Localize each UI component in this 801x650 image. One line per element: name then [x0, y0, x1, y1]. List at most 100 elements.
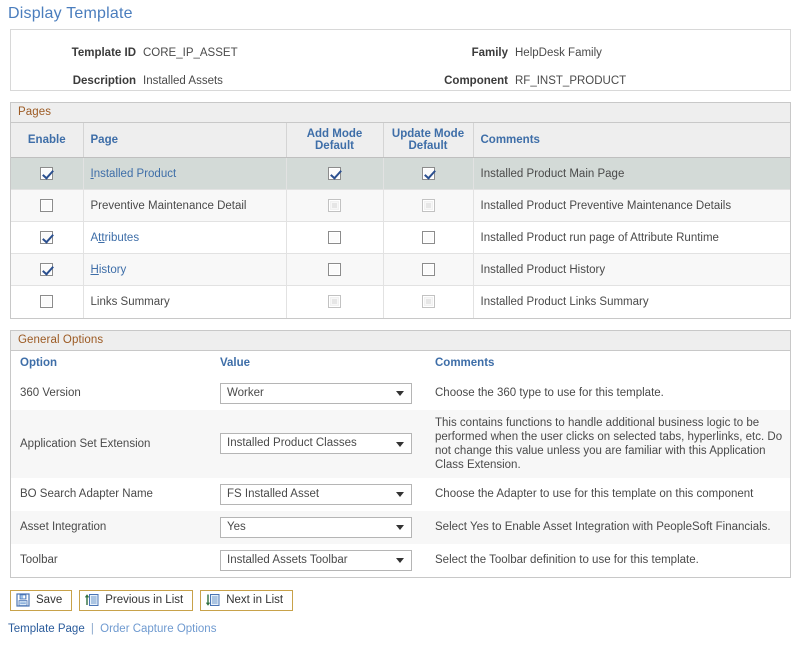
- dropdown-selected-value: Worker: [227, 386, 264, 399]
- header-row-1: Template ID CORE_IP_ASSET Family HelpDes…: [11, 39, 790, 67]
- enable-checkbox[interactable]: [40, 167, 54, 180]
- option-value-dropdown[interactable]: Yes: [220, 516, 412, 538]
- cell-enable: [11, 157, 84, 190]
- pages-grid-body: Installed Product Installed Product Main …: [11, 157, 790, 318]
- cell-update-mode-default: [383, 253, 474, 286]
- cell-comments: Installed Product Main Page: [473, 157, 790, 190]
- dropdown-selected-value: Yes: [227, 520, 246, 533]
- dropdown-selected-value: Installed Product Classes: [227, 437, 357, 449]
- add-mode-default-checkbox: [328, 295, 341, 309]
- header-row-2: Description Installed Assets Component R…: [11, 67, 790, 95]
- pages-section-header: Pages: [11, 103, 790, 123]
- page-label: Preventive Maintenance Detail: [90, 199, 247, 212]
- option-comments: Choose the 360 type to use for this temp…: [435, 387, 664, 399]
- option-row: Asset Integration Yes Select Yes to Enable…: [11, 510, 790, 544]
- enable-checkbox[interactable]: [40, 231, 54, 244]
- cell-update-mode-default: [383, 157, 474, 190]
- previous-in-list-icon: [84, 593, 99, 607]
- footer-link-template-page[interactable]: Template Page: [8, 623, 85, 635]
- update-mode-default-checkbox[interactable]: [421, 231, 435, 244]
- cell-enable: [11, 253, 84, 286]
- option-value-cell: Installed Assets Toolbar: [211, 544, 426, 577]
- cell-add-mode-default: [286, 157, 384, 190]
- template-header-panel: Template ID CORE_IP_ASSET Family HelpDes…: [10, 29, 791, 91]
- header-field-family: Family HelpDesk Family: [403, 47, 783, 59]
- add-mode-default-checkbox: [328, 199, 341, 212]
- template-id-value: CORE_IP_ASSET: [143, 47, 238, 59]
- option-value-dropdown[interactable]: FS Installed Asset: [220, 483, 412, 505]
- update-mode-default-checkbox[interactable]: [421, 167, 435, 180]
- update-mode-default-checkbox: [421, 295, 435, 309]
- column-header-page: Page: [83, 123, 287, 158]
- general-options-grid: Option Value Comments 360 Version Worker C…: [11, 350, 790, 577]
- table-row: Links Summary Installed Product Links Sum…: [11, 285, 790, 318]
- option-comments: Select Yes to Enable Asset Integration w…: [426, 510, 790, 544]
- column-header-add-mode-default: Add Mode Default: [286, 123, 384, 158]
- cell-comments: Installed Product History: [473, 253, 790, 286]
- dropdown-selected-value: Installed Assets Toolbar: [227, 553, 348, 566]
- previous-in-list-button[interactable]: Previous in List: [79, 589, 194, 611]
- column-header-option: Option: [11, 350, 211, 377]
- option-row: Toolbar Installed Assets Toolbar Select th…: [11, 544, 790, 577]
- options-grid-header-row: Option Value Comments: [11, 350, 790, 377]
- column-header-value: Value: [211, 350, 426, 377]
- pages-section: Pages Enable Page Add Mode Default Updat…: [10, 102, 791, 319]
- pages-grid: Enable Page Add Mode Default Update Mode…: [11, 123, 790, 318]
- option-value-cell: Worker: [211, 377, 426, 410]
- table-row: Attributes Installed Product run page of …: [11, 221, 790, 254]
- option-value-dropdown[interactable]: Worker: [220, 382, 412, 404]
- action-toolbar: Save Previous in List Next in List: [10, 589, 801, 611]
- save-button[interactable]: Save: [10, 589, 73, 611]
- save-floppy-icon: [16, 593, 30, 607]
- footer-link-separator: |: [90, 622, 94, 635]
- page-link[interactable]: Installed Product: [91, 168, 177, 180]
- cell-page: History: [83, 253, 287, 286]
- next-in-list-icon: [205, 593, 220, 607]
- template-id-label: Template ID: [71, 47, 136, 59]
- footer-link-order-capture-options[interactable]: Order Capture Options: [100, 623, 216, 635]
- option-label: 360 Version: [20, 387, 81, 399]
- option-label: BO Search Adapter Name: [20, 488, 153, 500]
- cell-comments: Installed Product run page of Attribute …: [473, 221, 790, 254]
- dropdown-selected-value: FS Installed Asset: [227, 487, 320, 500]
- chevron-down-icon: [396, 441, 404, 447]
- option-value-cell: Installed Product Classes: [211, 409, 426, 478]
- next-in-list-label: Next in List: [226, 594, 284, 606]
- option-value-dropdown[interactable]: Installed Product Classes: [220, 433, 412, 454]
- add-mode-default-checkbox[interactable]: [328, 263, 341, 276]
- add-mode-default-checkbox[interactable]: [328, 231, 341, 244]
- option-comments: Choose the Adapter to use for this templ…: [435, 488, 754, 500]
- cell-enable: [11, 285, 84, 318]
- enable-checkbox[interactable]: [40, 199, 54, 212]
- chevron-down-icon: [396, 558, 404, 563]
- update-mode-default-checkbox[interactable]: [421, 263, 435, 276]
- page-label: Links Summary: [90, 295, 170, 308]
- option-value-cell: FS Installed Asset: [211, 478, 426, 511]
- cell-enable: [11, 221, 84, 254]
- cell-add-mode-default: [286, 253, 384, 286]
- page-link[interactable]: History: [91, 264, 127, 276]
- option-row: BO Search Adapter Name FS Installed Asset…: [11, 478, 790, 511]
- page-link[interactable]: Attributes: [91, 232, 140, 244]
- save-button-label: Save: [36, 594, 63, 606]
- general-options-section: General Options Option Value Comments 36…: [10, 329, 791, 578]
- component-value: RF_INST_PRODUCT: [515, 75, 627, 87]
- options-grid-body: 360 Version Worker Choose the 360 type to …: [11, 377, 790, 577]
- column-header-comments: Comments: [473, 123, 790, 158]
- option-value-cell: Yes: [211, 510, 426, 544]
- cell-page: Links Summary: [83, 285, 287, 318]
- header-field-component: Component RF_INST_PRODUCT: [403, 75, 783, 87]
- add-mode-line2: Default: [315, 140, 354, 152]
- add-mode-default-checkbox[interactable]: [328, 167, 341, 180]
- chevron-down-icon: [396, 525, 404, 530]
- cell-update-mode-default: [383, 221, 474, 254]
- enable-checkbox[interactable]: [40, 295, 54, 309]
- option-value-dropdown[interactable]: Installed Assets Toolbar: [220, 549, 412, 571]
- chevron-down-icon: [396, 492, 404, 497]
- enable-checkbox[interactable]: [40, 263, 54, 276]
- footer-links: Template Page | Order Capture Options: [8, 623, 801, 635]
- page-title: Display Template: [8, 5, 133, 22]
- option-comments: Select the Toolbar definition to use for…: [435, 554, 699, 566]
- update-mode-default-checkbox: [421, 199, 435, 212]
- next-in-list-button[interactable]: Next in List: [200, 589, 294, 611]
